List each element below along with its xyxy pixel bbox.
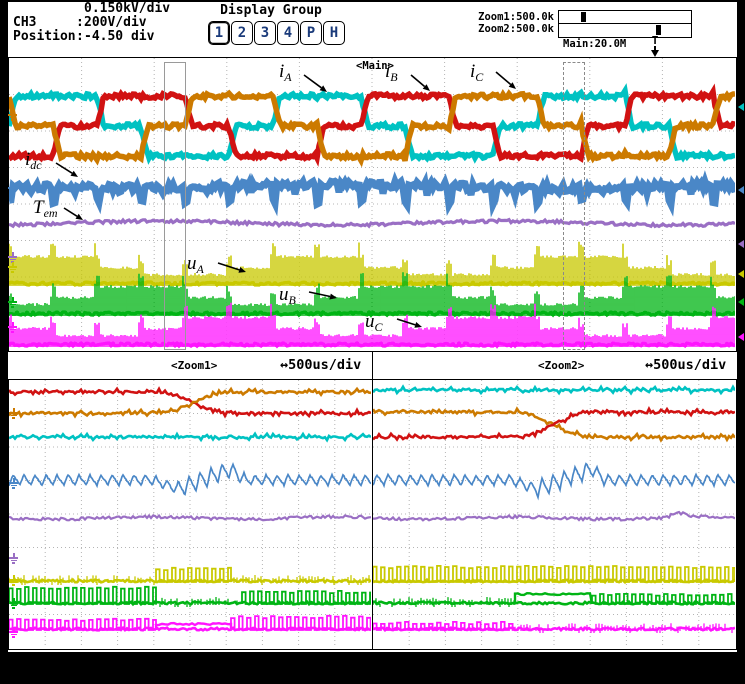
oscilloscope-screen: 0.150kV/div CH3 : 200V/div Position : -4… [0,0,745,684]
channel-position-marker-icon [738,270,744,278]
channel-sep: : [76,16,84,30]
ground-level-marker-icon [8,110,17,121]
zoom-header-strip: <Zoom1> ↔500us/div <Zoom2> ↔500us/div [8,352,737,379]
channel-position-marker-icon [738,103,744,111]
channel-info-block: 0.150kV/div CH3 : 200V/div Position : -4… [13,2,203,46]
zoom2-scale: ↔500us/div [645,357,726,373]
ground-level-marker-icon [9,478,18,489]
display-group-button-p[interactable]: P [300,21,322,45]
channel-scale: 200V/div [84,16,147,30]
display-group-button-3[interactable]: 3 [254,21,276,45]
channel-position-sep: : [76,30,84,44]
strip-divider [372,352,374,379]
display-group-button-1[interactable]: 1 [208,21,230,45]
zoom2-tag: <Zoom2> [538,359,584,372]
channel-position-marker-icon [738,240,744,248]
label-voltage-phase-b: uB [279,285,296,310]
display-group-button-h[interactable]: H [323,21,345,45]
label-torque: Tem [33,198,58,223]
zoom-record-labels: Zoom1:500.0k Zoom2:500.0k [452,11,554,35]
label-current-phase-a: iA [279,62,292,87]
ground-level-marker-icon [8,183,17,194]
zoom1-record-label: Zoom1:500.0k [452,11,554,23]
ground-level-marker-icon [8,262,17,273]
ground-level-marker-icon [9,627,18,638]
ground-level-marker-icon [9,408,18,419]
ground-level-marker-icon [8,322,17,333]
zoom1-tag: <Zoom1> [171,359,217,372]
trigger-down-arrow-icon [651,50,659,57]
zoom1-waveform-plot [9,380,371,648]
display-group-title: Display Group [205,4,337,18]
main-waveform-panel: <Main> iA iB iC idc Tem uA uB uC [8,57,737,352]
label-current-phase-c: iC [470,62,483,87]
ground-level-marker-icon [9,598,18,609]
zoom2-waveform-panel [372,379,737,650]
zoom2-position-bar[interactable] [559,23,691,36]
label-dc-current: idc [25,150,42,175]
channel-position-label: Position [13,30,76,44]
display-group-button-4[interactable]: 4 [277,21,299,45]
main-record-label: Main:20.0M [563,38,626,50]
label-current-phase-b: iB [385,62,398,87]
zoom1-scale: ↔500us/div [280,357,361,373]
ground-level-marker-icon [8,297,17,308]
zoom1-position-bar[interactable] [559,11,691,23]
display-group-buttons: 1 2 3 4 P H [208,21,345,45]
channel-position-marker-icon [738,333,744,341]
zoom1-waveform-panel [8,379,373,650]
trigger-position-marker[interactable]: T [648,36,662,57]
zoom-position-indicator[interactable] [558,10,692,38]
trigger-label: T [652,36,659,46]
channel-position-marker-icon [738,186,744,194]
ground-level-marker-icon [9,575,18,586]
label-voltage-phase-a: uA [187,254,204,279]
channel-scale-top: 0.150kV/div [84,2,170,16]
zoom2-record-label: Zoom2:500.0k [452,23,554,35]
label-voltage-phase-c: uC [365,312,383,337]
zoom1-position-tick[interactable] [581,12,586,22]
channel-position-value: -4.50 div [84,30,154,44]
display-group-button-2[interactable]: 2 [231,21,253,45]
zoom2-waveform-plot [373,380,735,648]
ground-level-marker-icon [9,553,18,564]
channel-name: CH3 [13,16,36,30]
annotation-arrows [9,58,735,350]
channel-position-marker-icon [738,298,744,306]
